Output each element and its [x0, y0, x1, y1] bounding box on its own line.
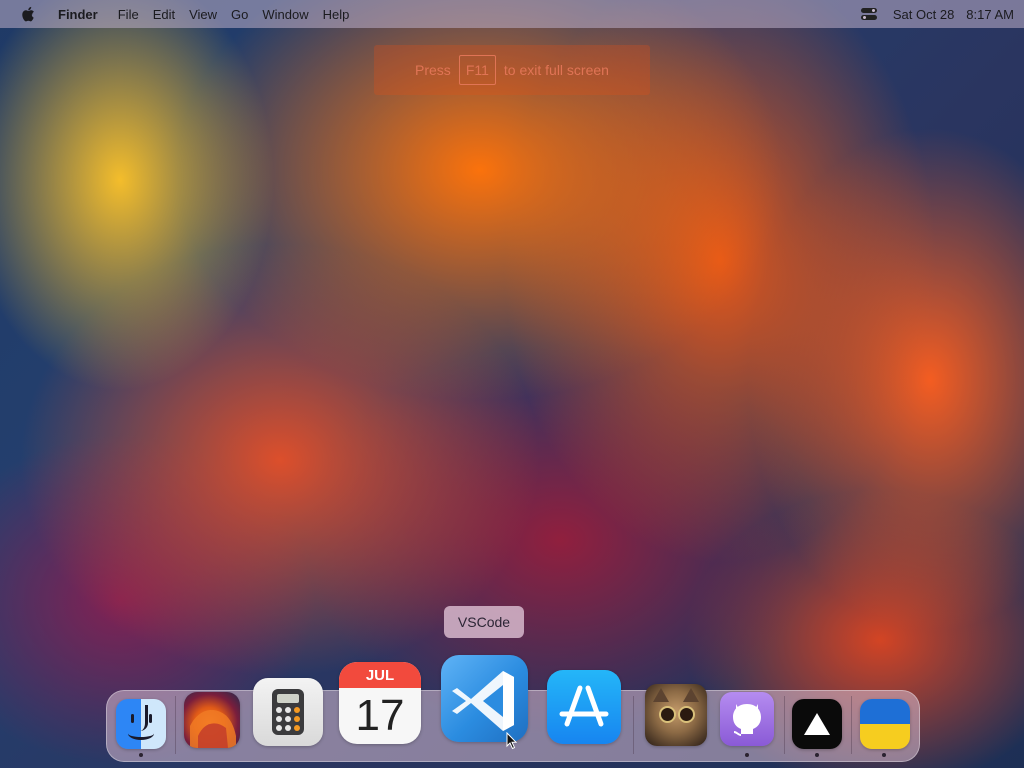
- dock-app-calculator[interactable]: [253, 678, 323, 746]
- finder-eye-left: [131, 714, 134, 723]
- control-center-icon[interactable]: [860, 7, 877, 21]
- dock-app-finder[interactable]: [116, 699, 166, 749]
- dock-app-calendar[interactable]: JUL 17: [339, 662, 421, 744]
- calculator-key: [294, 716, 300, 722]
- control-center-toggle-bottom: [860, 15, 877, 20]
- menu-file[interactable]: File: [118, 7, 139, 22]
- calculator-key: [276, 707, 282, 713]
- cat-ear-right: [683, 688, 699, 702]
- cat-ear-left: [653, 688, 669, 702]
- calendar-day: 17: [355, 691, 405, 740]
- ventura-wallpaper-icon: [190, 710, 236, 748]
- dock-app-app-store[interactable]: [547, 670, 621, 744]
- dock-separator: [851, 696, 852, 754]
- running-indicator-finder: [139, 753, 143, 757]
- running-indicator-github: [745, 753, 749, 757]
- calculator-icon: [272, 689, 304, 735]
- calculator-screen: [277, 694, 299, 703]
- app-store-icon: [559, 685, 609, 727]
- finder-eye-right: [149, 714, 152, 723]
- calculator-key: [276, 725, 282, 731]
- menu-bar: Finder File Edit View Go Window Help Sat…: [0, 0, 1024, 28]
- desktop-wallpaper: Finder File Edit View Go Window Help Sat…: [0, 0, 1024, 768]
- dock-app-vscode[interactable]: [441, 655, 528, 742]
- vercel-triangle-icon: [804, 713, 830, 735]
- dock-separator: [784, 696, 785, 754]
- banner-key: F11: [458, 55, 496, 85]
- menu-help[interactable]: Help: [323, 7, 350, 22]
- finder-smile: [128, 727, 154, 740]
- control-center-toggle-top: [860, 8, 877, 13]
- calculator-key: [294, 725, 300, 731]
- running-indicator-vercel: [815, 753, 819, 757]
- calendar-month: JUL: [339, 662, 421, 688]
- calculator-key: [294, 707, 300, 713]
- menu-time[interactable]: 8:17 AM: [966, 7, 1014, 22]
- calculator-key: [285, 707, 291, 713]
- dock-app-ventura[interactable]: [184, 692, 240, 748]
- dock-app-github[interactable]: [720, 692, 774, 746]
- banner-prefix: Press: [415, 62, 451, 78]
- cat-eye-right: [678, 706, 695, 723]
- calculator-key: [276, 716, 282, 722]
- apple-logo-glyph: [22, 6, 34, 22]
- menu-edit[interactable]: Edit: [153, 7, 175, 22]
- apple-logo-icon[interactable]: [20, 6, 36, 22]
- menu-bar-status-area: Sat Oct 28 8:17 AM: [860, 7, 1014, 22]
- dock-app-vercel[interactable]: [792, 699, 842, 749]
- mouse-pointer-icon: [506, 732, 518, 750]
- fullscreen-exit-banner: Press F11 to exit full screen: [374, 45, 650, 95]
- banner-suffix: to exit full screen: [503, 62, 609, 78]
- menu-go[interactable]: Go: [231, 7, 248, 22]
- menu-window[interactable]: Window: [262, 7, 308, 22]
- cat-eye-left: [659, 706, 676, 723]
- dock-app-ukraine-flag[interactable]: [860, 699, 910, 749]
- dock-separator: [633, 696, 634, 754]
- dock-tooltip: VSCode: [444, 606, 524, 638]
- running-indicator-ukraine-flag: [882, 753, 886, 757]
- dock-app-cat[interactable]: [645, 684, 707, 746]
- calculator-key: [285, 725, 291, 731]
- vscode-icon: [452, 671, 514, 731]
- github-icon: [733, 704, 761, 736]
- calculator-key: [285, 716, 291, 722]
- menu-date[interactable]: Sat Oct 28: [893, 7, 954, 22]
- dock-separator: [175, 696, 176, 754]
- menu-app-name[interactable]: Finder: [58, 7, 98, 22]
- menu-view[interactable]: View: [189, 7, 217, 22]
